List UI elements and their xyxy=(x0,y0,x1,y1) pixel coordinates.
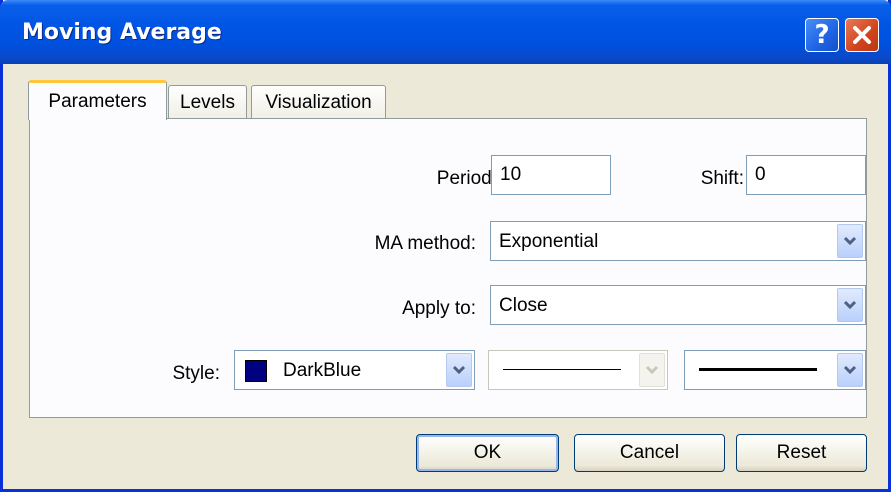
chevron-down-icon xyxy=(843,236,857,246)
color-value: DarkBlue xyxy=(283,360,362,381)
color-swatch xyxy=(245,360,267,382)
tab-label: Parameters xyxy=(48,90,147,112)
line-style-select[interactable] xyxy=(488,350,668,390)
moving-average-dialog: Moving Average ? Parameters Levels Visua… xyxy=(0,0,891,492)
chevron-down-icon xyxy=(452,365,466,375)
ma-method-label: MA method: xyxy=(374,233,476,254)
title-bar[interactable]: Moving Average ? xyxy=(0,0,891,64)
help-button[interactable]: ? xyxy=(805,18,839,52)
close-button[interactable] xyxy=(845,18,879,52)
dropdown-button[interactable] xyxy=(837,353,863,387)
shift-label: Shift: xyxy=(700,168,744,189)
tab-levels[interactable]: Levels xyxy=(168,85,247,119)
period-value: 10 xyxy=(500,164,522,185)
cancel-label: Cancel xyxy=(619,442,680,463)
reset-button[interactable]: Reset xyxy=(736,434,867,472)
parameters-panel: Period: 10 Shift: 0 MA method: Exponenti… xyxy=(29,118,867,418)
chevron-down-icon xyxy=(843,365,857,375)
apply-to-select[interactable]: Close xyxy=(490,285,866,325)
line-width-sample xyxy=(699,368,817,371)
dropdown-button xyxy=(639,353,665,387)
chevron-down-icon xyxy=(843,300,857,310)
tab-visualization[interactable]: Visualization xyxy=(251,85,386,119)
reset-label: Reset xyxy=(776,442,827,463)
help-icon: ? xyxy=(814,20,830,50)
shift-input[interactable]: 0 xyxy=(746,155,866,195)
style-label: Style: xyxy=(172,363,220,384)
line-style-sample xyxy=(503,369,621,370)
tab-label: Visualization xyxy=(265,91,372,113)
dropdown-button[interactable] xyxy=(446,353,472,387)
period-label: Period: xyxy=(436,168,497,189)
window-title: Moving Average xyxy=(22,20,222,45)
tab-label: Levels xyxy=(180,91,235,113)
tab-parameters[interactable]: Parameters xyxy=(28,80,167,120)
ma-method-select[interactable]: Exponential xyxy=(490,221,866,261)
close-icon xyxy=(853,26,871,44)
cancel-button[interactable]: Cancel xyxy=(574,434,725,472)
ok-label: OK xyxy=(473,442,502,463)
period-input[interactable]: 10 xyxy=(491,155,611,195)
color-select[interactable]: DarkBlue xyxy=(234,350,475,390)
dropdown-button[interactable] xyxy=(837,224,863,258)
chevron-down-icon xyxy=(645,365,659,375)
line-width-select[interactable] xyxy=(684,350,866,390)
ok-button[interactable]: OK xyxy=(416,434,559,472)
shift-value: 0 xyxy=(755,164,766,185)
ma-method-value: Exponential xyxy=(499,231,599,252)
apply-to-label: Apply to: xyxy=(402,298,476,319)
dropdown-button[interactable] xyxy=(837,288,863,322)
apply-to-value: Close xyxy=(499,295,548,316)
